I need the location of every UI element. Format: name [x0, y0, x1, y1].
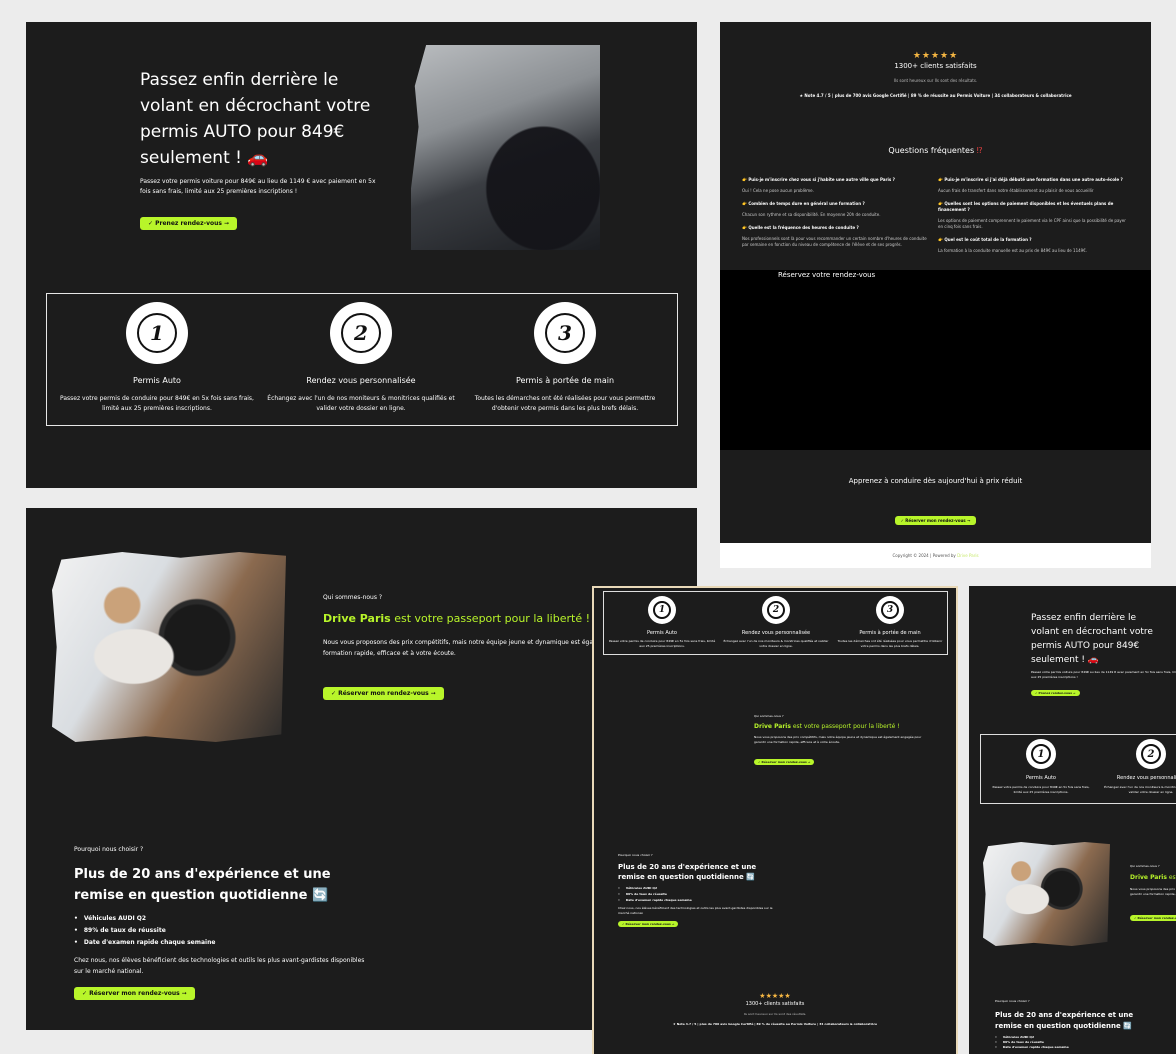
- faq-question[interactable]: 👉 Quel est le coût total de la formation…: [938, 237, 1130, 243]
- hero-text: Passez votre permis voiture pour 849€ au…: [140, 178, 376, 195]
- hero-car-photo: [411, 45, 600, 250]
- about-cta-button[interactable]: ✓ Réserver mon rendez-vous ➞: [1130, 915, 1176, 921]
- mobile-features-box: 1 Permis Auto Passez votre permis de con…: [980, 734, 1176, 804]
- footer-brand-link[interactable]: Drive Paris: [957, 553, 978, 558]
- faq-answer: Les options de paiement comprennent le p…: [938, 218, 1126, 229]
- faq-question[interactable]: 👉 Puis-je m'inscrire chez vous si j'habi…: [742, 177, 927, 183]
- number-3-icon: 3: [881, 601, 899, 619]
- faq-question[interactable]: 👉 Combien de temps dure en général une f…: [742, 201, 927, 207]
- faq-title: Questions fréquentes ⁉: [888, 146, 983, 155]
- faq-question[interactable]: 👉 Puis-je m'inscrire si j'ai déjà débuté…: [938, 177, 1130, 183]
- number-2-icon: 2: [1141, 744, 1161, 764]
- feature-title: Rendez vous personnalisée: [306, 376, 416, 385]
- reviews-line: ★ Note 4.7 / 5 | plus de 700 avis Google…: [799, 93, 1072, 98]
- feature-1: 1 Permis Auto Passez votre permis de con…: [991, 739, 1091, 795]
- number-2-icon: 2: [341, 313, 381, 353]
- reviews-sub: Ils sont heureux sur Ils sont des résult…: [893, 78, 978, 83]
- why-bullet: 89% de taux de réussite: [74, 925, 215, 937]
- booking-area[interactable]: Réservez votre rendez-vous: [720, 270, 1151, 450]
- number-1-icon: 1: [653, 601, 671, 619]
- faq-answer: La formation à la conduite manuelle est …: [938, 248, 1088, 253]
- reviews-title: 1300+ clients satisfaits: [894, 62, 977, 70]
- faq-question[interactable]: 👉 Quelle est la fréquence des heures de …: [742, 225, 927, 231]
- interrobang-icon: ⁉: [976, 146, 983, 155]
- review-stars-icon: ★★★★★: [912, 51, 959, 61]
- why-bullets: Véhicules AUDI Q2 89% de taux de réussit…: [74, 913, 216, 949]
- feature-3: 3 Permis à portée de main Toutes les dém…: [836, 596, 944, 649]
- hero-cta-button[interactable]: ✓ Prenez rendez-vous ➞: [140, 217, 238, 230]
- feature-2: 2 Rendez vous personnalisée Échangez ave…: [263, 302, 459, 414]
- faq-right: 👉 Puis-je m'inscrire si j'ai déjà débuté…: [938, 177, 1130, 254]
- why-bullet: Date d'examen rapide chaque semaine: [74, 937, 216, 949]
- why-kicker: Pourquoi nous choisir ?: [74, 846, 144, 853]
- learn-cta-button[interactable]: ✓ Réserver mon rendez-vous ➞: [894, 516, 977, 525]
- panel-hero: Passez enfin derrière le volant en décro…: [26, 22, 697, 488]
- faq-answer: Chacun son rythme et sa disponibilité. E…: [742, 212, 881, 217]
- about-driver-photo: [52, 552, 286, 742]
- faq-answer: Aucun frais de transfert dans notre étab…: [938, 188, 1094, 193]
- faq-left: 👉 Puis-je m'inscrire chez vous si j'habi…: [742, 177, 927, 248]
- why-text: Chez nous, nos élèves bénéficient des te…: [74, 957, 365, 975]
- feature-1: 1 Permis Auto Passez votre permis de con…: [59, 302, 255, 414]
- feature-title: Permis Auto: [133, 376, 181, 385]
- feature-text: Échangez avec l'un de nos moniteurs & mo…: [267, 395, 455, 412]
- feature-2: 2 Rendez vous personnalisée Échangez ave…: [1101, 739, 1176, 795]
- feature-2: 2 Rendez vous personnalisée Échangez ave…: [722, 596, 830, 649]
- feature-3: 3 Permis à portée de main Toutes les dém…: [467, 302, 663, 414]
- why-cta-button[interactable]: ✓ Réserver mon rendez-vous ➞: [74, 987, 195, 1000]
- review-stars-icon: ★★★★★: [759, 992, 791, 1000]
- why-title: Plus de 20 ans d'expérience et une remis…: [74, 867, 331, 903]
- panel-mobile: Passez enfin derrière le volant en décro…: [969, 586, 1176, 1054]
- footer: Copyright © 2024 | Powered by Drive Pari…: [720, 543, 1151, 568]
- faq-answer: Nos professionnels sont là pour vous rec…: [742, 236, 927, 247]
- about-driver-photo: [983, 842, 1110, 946]
- feature-text: Passez votre permis de conduire pour 849…: [60, 395, 254, 412]
- panel-tablet: 1 Permis Auto Passez votre permis de con…: [592, 586, 958, 1054]
- number-1-icon: 1: [137, 313, 177, 353]
- learn-title: Apprenez à conduire dès aujourd'hui à pr…: [848, 477, 1023, 485]
- booking-title: Réservez votre rendez-vous: [778, 271, 876, 279]
- number-3-icon: 3: [545, 313, 585, 353]
- feature-1: 1 Permis Auto Passez votre permis de con…: [608, 596, 716, 649]
- why-bullet: Véhicules AUDI Q2: [74, 913, 215, 925]
- number-1-icon: 1: [1031, 744, 1051, 764]
- about-kicker: Qui sommes-nous ?: [323, 594, 383, 601]
- faq-answer: Oui ! Cela ne pose aucun problème.: [742, 188, 814, 193]
- about-cta-button[interactable]: ✓ Réserver mon rendez-vous ➞: [323, 687, 444, 700]
- number-2-icon: 2: [767, 601, 785, 619]
- brand-name: Drive Paris: [323, 612, 391, 625]
- faq-question[interactable]: 👉 Quelles sont les options de paiement d…: [938, 201, 1130, 213]
- panel-faq: ★★★★★ 1300+ clients satisfaits Ils sont …: [720, 22, 1151, 568]
- about-cta-button[interactable]: ✓ Réserver mon rendez-vous ➞: [754, 759, 815, 765]
- feature-title: Permis à portée de main: [515, 376, 615, 385]
- hero-cta-button[interactable]: ✓ Prenez rendez-vous ➞: [1031, 690, 1080, 696]
- features-box: 1 Permis Auto Passez votre permis de con…: [46, 293, 678, 426]
- why-cta-button[interactable]: ✓ Réserver mon rendez-vous ➞: [618, 921, 679, 927]
- feature-text: Toutes les démarches ont été réalisées p…: [474, 395, 656, 412]
- hero-title: Passez enfin derrière le volant en décro…: [140, 70, 371, 168]
- tablet-features-box: 1 Permis Auto Passez votre permis de con…: [603, 591, 948, 655]
